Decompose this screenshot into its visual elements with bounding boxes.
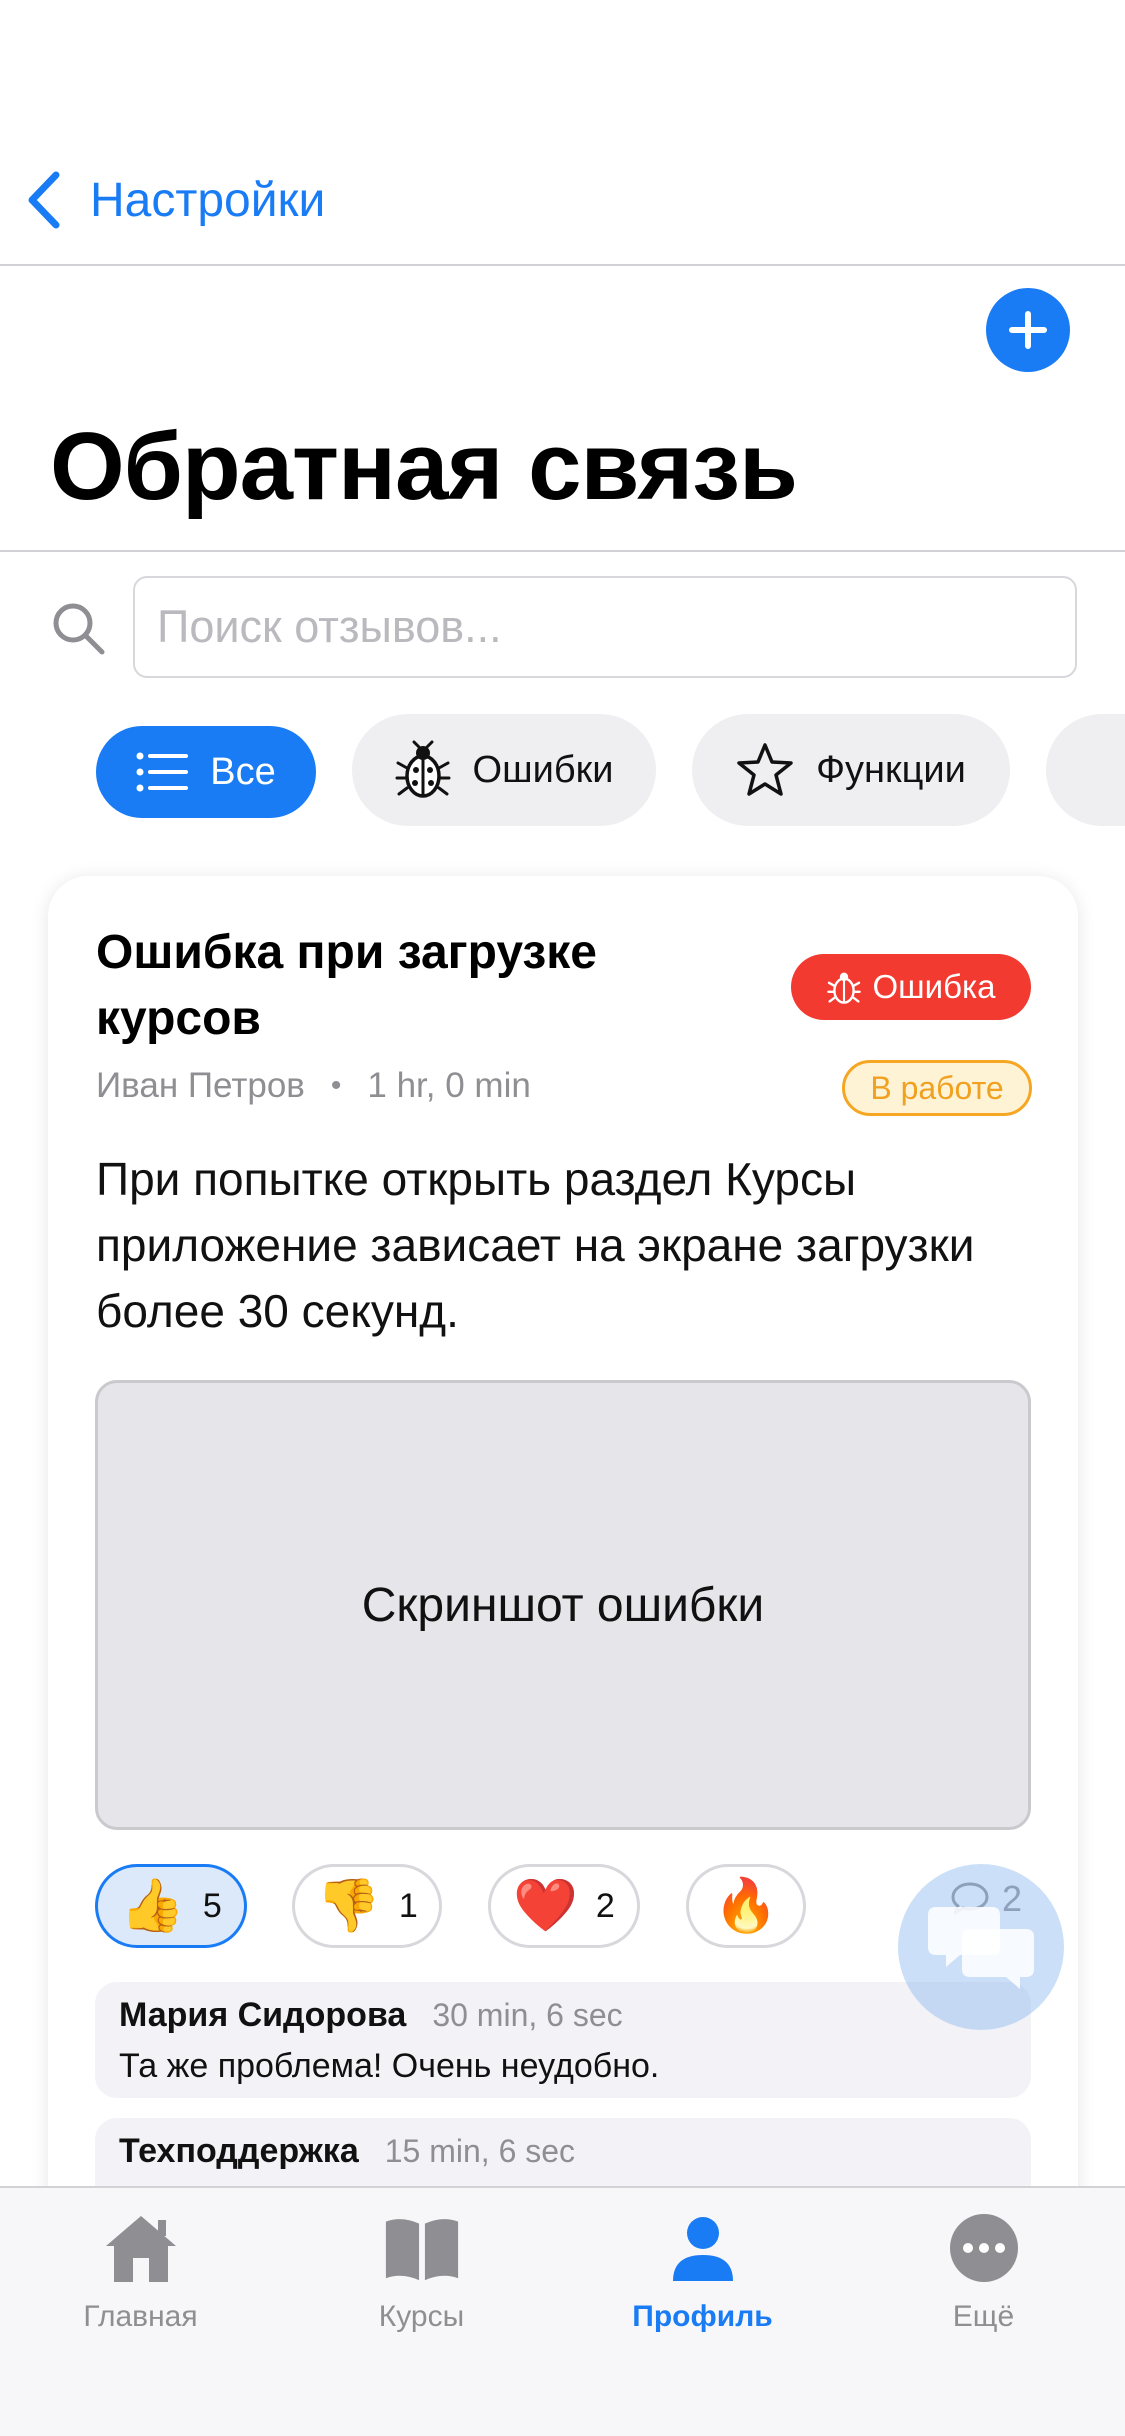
filter-chips: Все Ошибки Функции	[0, 714, 1125, 828]
plus-icon	[1009, 311, 1047, 349]
fire-icon: 🔥	[713, 1877, 779, 1935]
reaction-heart[interactable]: ❤️ 2	[488, 1864, 640, 1948]
search-icon	[53, 603, 105, 655]
feedback-card[interactable]: Ошибка при загрузке курсов Ошибка Иван П…	[48, 876, 1078, 2276]
reaction-count: 2	[595, 1886, 615, 1925]
reaction-thumbs-up[interactable]: 👍 5	[95, 1864, 247, 1948]
tab-label: Главная	[83, 2300, 198, 2333]
separator-dot: •	[330, 1069, 342, 1102]
tab-label: Курсы	[378, 2300, 465, 2333]
reaction-thumbs-down[interactable]: 👎 1	[292, 1864, 442, 1948]
tab-home[interactable]: Главная	[0, 2210, 281, 2360]
comment-author: Мария Сидорова	[119, 1996, 407, 2034]
filter-chip-label: Все	[210, 750, 276, 793]
more-icon	[944, 2210, 1024, 2286]
filter-chip-label: Ошибки	[472, 748, 614, 791]
person-icon	[663, 2210, 743, 2286]
back-button-label: Настройки	[90, 173, 326, 227]
comment-header: Мария Сидорова 30 min, 6 sec	[119, 1996, 1007, 2035]
heart-icon: ❤️	[513, 1877, 578, 1935]
filter-chip-bugs[interactable]: Ошибки	[352, 714, 656, 826]
chat-fab-button[interactable]	[898, 1864, 1064, 2030]
screenshot-label: Скриншот ошибки	[361, 1578, 765, 1632]
tab-label: Профиль	[632, 2300, 773, 2333]
chat-bubbles-icon	[928, 1907, 1034, 1989]
comment-time: 30 min, 6 sec	[432, 1997, 623, 2033]
feedback-body: При попытке открыть раздел Курсы приложе…	[96, 1153, 975, 1337]
filter-chip-more[interactable]	[1046, 714, 1125, 826]
star-icon	[737, 743, 793, 796]
reaction-count: 5	[202, 1886, 222, 1925]
comment-author: Техподдержка	[119, 2132, 359, 2170]
thumbs-down-icon: 👎	[316, 1877, 381, 1935]
comment-header: Техподдержка 15 min, 6 sec	[119, 2132, 1007, 2171]
feedback-title: Ошибка при загрузке курсов	[96, 926, 597, 1045]
filter-chip-label: Функции	[816, 748, 966, 791]
tab-bar: Главная Курсы Профиль Ещё	[0, 2186, 1125, 2436]
status-badge: В работе	[842, 1060, 1032, 1116]
chevron-left-icon	[28, 171, 60, 229]
author-name: Иван Петров	[96, 1066, 305, 1105]
add-feedback-button[interactable]	[986, 288, 1070, 372]
type-badge: Ошибка	[791, 954, 1031, 1020]
comment-time: 15 min, 6 sec	[384, 2133, 576, 2169]
tab-profile[interactable]: Профиль	[562, 2210, 843, 2360]
navigation-bar: Настройки	[0, 0, 1125, 266]
back-button[interactable]: Настройки	[24, 160, 325, 240]
comment-item: Мария Сидорова 30 min, 6 sec Та же пробл…	[95, 1982, 1031, 2098]
type-badge-label: Ошибка	[872, 968, 996, 1005]
comment-text: Та же проблема! Очень неудобно.	[119, 2047, 660, 2085]
page-title: Обратная связь	[50, 413, 798, 520]
post-time: 1 hr, 0 min	[367, 1066, 531, 1105]
book-icon	[382, 2210, 462, 2286]
home-icon	[101, 2210, 181, 2286]
feedback-meta: Иван Петров • 1 hr, 0 min	[96, 1066, 531, 1106]
list-icon	[136, 752, 189, 792]
tab-more[interactable]: Ещё	[843, 2210, 1124, 2360]
thumbs-up-icon: 👍	[120, 1877, 185, 1935]
tab-label: Ещё	[952, 2300, 1015, 2333]
search-input[interactable]	[133, 576, 1077, 678]
bug-icon	[826, 972, 861, 1004]
reaction-count: 1	[398, 1886, 418, 1925]
screenshot-placeholder[interactable]: Скриншот ошибки	[95, 1380, 1031, 1830]
tab-courses[interactable]: Курсы	[281, 2210, 562, 2360]
divider	[0, 550, 1125, 552]
filter-chip-features[interactable]: Функции	[692, 714, 1010, 826]
bug-icon	[395, 740, 451, 798]
filter-chip-all[interactable]: Все	[96, 726, 316, 818]
reaction-fire[interactable]: 🔥	[686, 1864, 806, 1948]
